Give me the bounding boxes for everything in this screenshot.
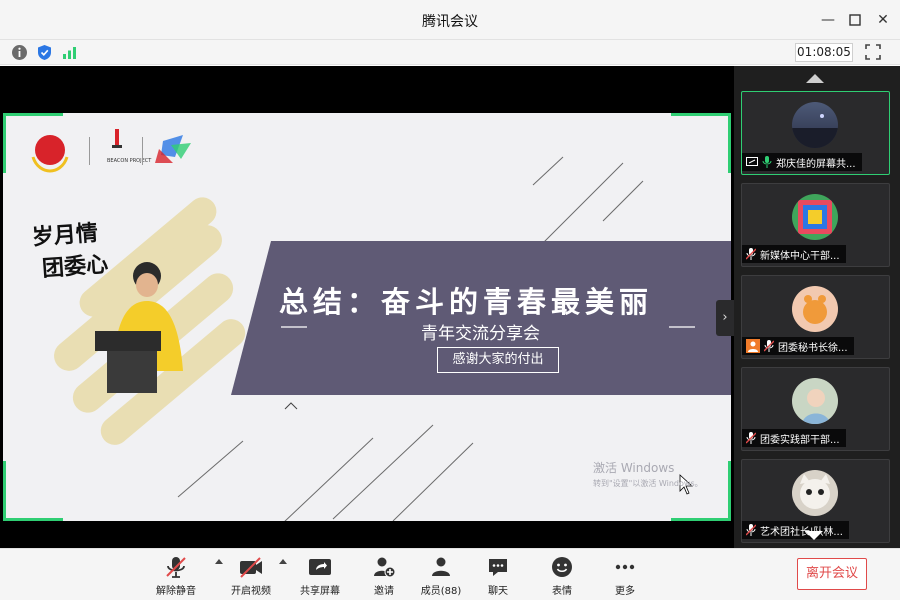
share-screen-icon <box>309 559 331 575</box>
handwriting-line-1: 岁月情 <box>31 220 99 251</box>
avatar <box>792 286 838 332</box>
beacon-logo-text: BEACON PROJECT <box>107 158 152 164</box>
avatar <box>792 194 838 240</box>
meeting-toolbar: 解除静音 开启视频 共享屏幕 邀请 成员(88) 聊天 表情 更多 离开会议 <box>0 548 900 600</box>
mic-icon <box>762 156 772 168</box>
mic-muted-icon <box>746 432 756 444</box>
emoji-label: 表情 <box>552 586 572 597</box>
participant-tile[interactable]: 团委秘书长徐... <box>741 275 890 359</box>
collapse-panel-button[interactable]: › <box>716 300 734 336</box>
slide-thanks-box: 感谢大家的付出 <box>437 347 559 373</box>
shield-icon[interactable] <box>36 44 53 61</box>
invite-button[interactable]: 邀请 <box>356 555 412 597</box>
frame-corner <box>671 113 731 173</box>
participant-label: 新媒体中心干部... <box>742 245 846 263</box>
participant-name: 艺术团社长|队林... <box>760 526 843 538</box>
user-icon <box>746 339 760 353</box>
start-video-button[interactable]: 开启视频 <box>223 555 279 597</box>
participant-label: 团委秘书长徐... <box>742 337 854 355</box>
participant-name: 团委实践部干部... <box>760 434 840 446</box>
participant-panel: 郑庆佳的屏幕共... 新媒体中心干部... 团委秘书长徐... 团委实践部干部.… <box>734 66 900 548</box>
members-label: 成员(88) <box>420 586 462 597</box>
participant-label: 郑庆佳的屏幕共... <box>742 153 862 171</box>
members-icon <box>432 557 450 576</box>
screen-share-icon <box>746 157 758 166</box>
more-label: 更多 <box>615 586 635 597</box>
info-icon[interactable] <box>11 44 28 61</box>
participant-name: 团委秘书长徐... <box>778 342 848 354</box>
participant-name: 郑庆佳的屏幕共... <box>776 158 856 170</box>
signal-icon[interactable] <box>61 44 78 61</box>
chat-icon <box>489 559 507 576</box>
video-off-icon <box>240 557 262 578</box>
avatar <box>792 378 838 424</box>
members-button[interactable]: 成员(88) <box>413 555 469 597</box>
handwriting-line-2: 团委心 <box>41 251 109 282</box>
mic-muted-icon <box>166 557 186 578</box>
start-video-label: 开启视频 <box>231 586 271 597</box>
emoji-icon <box>552 557 572 577</box>
scroll-down-arrow-icon[interactable] <box>805 531 823 540</box>
status-row: 01:08:05 <box>0 40 900 65</box>
slide-title: 总结：奋斗的青春最美丽 <box>279 285 654 319</box>
shared-screen-area: BEACON PROJECT 岁月情 团委心 总结：奋斗的青春最美丽 青年交流分… <box>0 66 734 548</box>
maximize-button[interactable] <box>845 10 865 30</box>
mic-muted-icon <box>746 248 756 260</box>
unmute-label: 解除静音 <box>156 586 196 597</box>
fullscreen-icon[interactable] <box>864 43 882 61</box>
scroll-up-arrow-icon[interactable] <box>806 74 824 83</box>
presentation-slide: BEACON PROJECT 岁月情 团委心 总结：奋斗的青春最美丽 青年交流分… <box>3 113 731 521</box>
slide-subtitle: 青年交流分享会 <box>421 324 540 344</box>
add-user-icon <box>374 557 396 578</box>
mic-muted-icon <box>764 340 774 352</box>
frame-corner <box>3 461 63 521</box>
frame-corner <box>671 461 731 521</box>
avatar <box>792 470 838 516</box>
leave-meeting-button[interactable]: 离开会议 <box>797 558 867 590</box>
participant-label: 团委实践部干部... <box>742 429 846 447</box>
more-button[interactable]: 更多 <box>597 555 653 597</box>
avatar <box>792 102 838 148</box>
close-button[interactable]: ✕ <box>873 10 893 30</box>
chat-button[interactable]: 聊天 <box>470 555 526 597</box>
invite-label: 邀请 <box>374 586 394 597</box>
emoji-button[interactable]: 表情 <box>534 555 590 597</box>
video-options-caret-icon[interactable] <box>279 559 287 564</box>
maximize-icon <box>849 14 861 26</box>
share-screen-label: 共享屏幕 <box>300 586 340 597</box>
participant-name: 新媒体中心干部... <box>760 250 840 262</box>
unmute-button[interactable]: 解除静音 <box>148 555 204 597</box>
participant-tile[interactable]: 郑庆佳的屏幕共... <box>741 91 890 175</box>
mic-muted-icon <box>746 524 756 536</box>
participant-label: 艺术团社长|队林... <box>742 521 849 539</box>
window-title: 腾讯会议 <box>422 14 478 30</box>
chat-label: 聊天 <box>488 586 508 597</box>
participant-tile[interactable]: 团委实践部干部... <box>741 367 890 451</box>
frame-corner <box>3 113 63 173</box>
handwriting-text: 岁月情 团委心 <box>31 216 109 285</box>
audio-options-caret-icon[interactable] <box>215 559 223 564</box>
minimize-button[interactable]: — <box>818 10 838 30</box>
more-icon <box>615 564 635 570</box>
title-bar: 腾讯会议 — ✕ <box>0 0 900 40</box>
share-screen-button[interactable]: 共享屏幕 <box>292 555 348 597</box>
participant-tile[interactable]: 新媒体中心干部... <box>741 183 890 267</box>
meeting-timer: 01:08:05 <box>795 43 853 62</box>
